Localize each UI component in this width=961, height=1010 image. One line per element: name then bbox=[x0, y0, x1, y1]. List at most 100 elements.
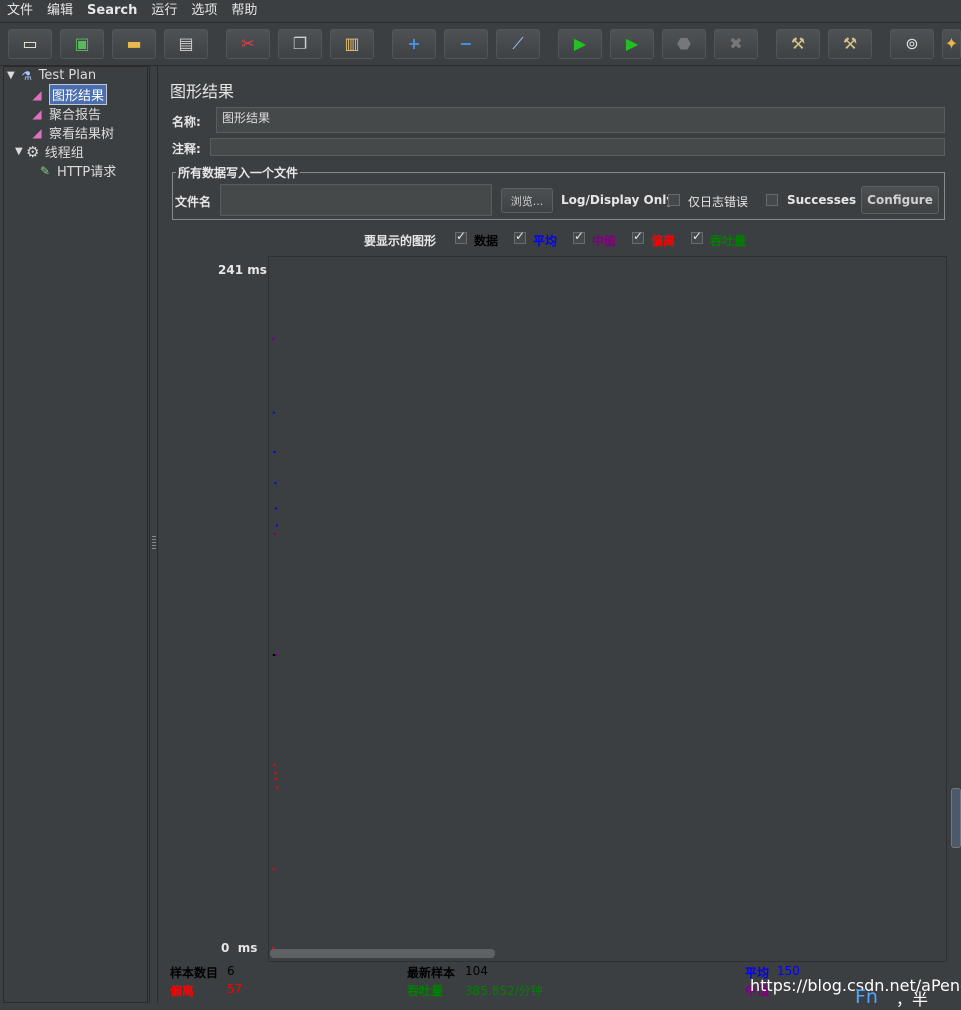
comment-label: 注释: bbox=[172, 142, 201, 156]
tree-item-label: 察看结果树 bbox=[49, 127, 115, 142]
median-checkbox[interactable] bbox=[573, 229, 585, 244]
series-3-point bbox=[274, 772, 277, 775]
graph-icon: ◢ bbox=[32, 106, 42, 121]
expand-button[interactable]: + bbox=[392, 29, 436, 59]
series-2-point bbox=[276, 654, 278, 656]
samples-label: 样本数目 bbox=[170, 966, 219, 980]
series-1-point bbox=[273, 451, 276, 454]
series-1-point bbox=[272, 411, 275, 414]
menu-options[interactable]: 选项 bbox=[184, 1, 224, 21]
y-axis-unit: ms bbox=[247, 263, 267, 277]
latest-sample-value: 104 bbox=[465, 964, 488, 978]
save-button[interactable]: ▤ bbox=[164, 29, 208, 59]
y-axis-min-value: 0 bbox=[221, 941, 230, 955]
average-checkbox[interactable] bbox=[514, 229, 526, 244]
graph-horizontal-scrollbar[interactable] bbox=[270, 949, 495, 958]
file-output-group-title: 所有数据写入一个文件 bbox=[176, 164, 301, 181]
data-checkbox[interactable] bbox=[455, 229, 467, 244]
paste-button[interactable]: ▥ bbox=[330, 29, 374, 59]
tree-item-thread-group[interactable]: ▼ ⚙ 线程组 bbox=[15, 142, 84, 162]
menu-run[interactable]: 运行 bbox=[144, 1, 184, 21]
latest-sample-label: 最新样本 bbox=[407, 966, 456, 980]
side-handle[interactable] bbox=[951, 788, 961, 848]
filename-input[interactable] bbox=[220, 184, 492, 216]
flask-icon: ⚗ bbox=[21, 68, 33, 83]
throughput-legend-label: 吞吐量 bbox=[710, 234, 747, 248]
menu-help[interactable]: 帮助 bbox=[224, 1, 264, 21]
successes-checkbox[interactable] bbox=[766, 194, 778, 206]
tree-item-aggregate-report[interactable]: ◢ 聚合报告 bbox=[29, 104, 102, 124]
series-1-point bbox=[275, 507, 278, 510]
comment-field[interactable] bbox=[210, 138, 945, 156]
cut-icon: ✂ bbox=[241, 34, 255, 53]
clear-all-button[interactable]: ⚒ bbox=[828, 29, 872, 59]
new-button[interactable]: ▭ bbox=[8, 29, 52, 59]
gear-icon: ⚙ bbox=[25, 142, 40, 161]
ime-width-indicator[interactable]: ，半 bbox=[896, 986, 928, 1010]
y-axis-min: 0 ms bbox=[221, 941, 257, 955]
tree-item-graph-results[interactable]: ◢ 图形结果 bbox=[29, 84, 108, 105]
menu-search[interactable]: Search bbox=[80, 1, 144, 21]
series-1-point bbox=[276, 524, 278, 527]
successes-label: Successes bbox=[787, 193, 857, 207]
tree-item-http-request[interactable]: ✎ HTTP请求 bbox=[37, 161, 116, 181]
templates-button[interactable]: ▣ bbox=[60, 29, 104, 59]
collapse-button[interactable]: − bbox=[444, 29, 488, 59]
copy-icon: ❐ bbox=[292, 34, 308, 53]
tree-item-test-plan[interactable]: ▼ ⚗ Test Plan bbox=[7, 66, 96, 85]
y-axis-max-value: 241 bbox=[218, 263, 244, 277]
open-button[interactable]: ▬ bbox=[112, 29, 156, 59]
menu-bar: 文件 编辑 Search 运行 选项 帮助 bbox=[0, 0, 961, 22]
tree-item-view-results-tree[interactable]: ◢ 察看结果树 bbox=[29, 123, 115, 143]
data-legend-label: 数据 bbox=[474, 234, 499, 248]
median-legend-label: 中值 bbox=[592, 234, 617, 248]
shutdown-icon: ✖ bbox=[729, 34, 743, 53]
stop-icon: ⬣ bbox=[677, 34, 691, 53]
cut-button[interactable]: ✂ bbox=[226, 29, 270, 59]
function-helper-icon: ✦ bbox=[944, 34, 959, 53]
browse-button[interactable]: 浏览... bbox=[501, 188, 553, 213]
series-1-point bbox=[274, 482, 277, 485]
throughput-value: 385.852/分钟 bbox=[465, 984, 543, 998]
series-3-point bbox=[276, 786, 278, 789]
stop-button[interactable]: ⬣ bbox=[662, 29, 706, 59]
graph-icon: ◢ bbox=[32, 125, 42, 140]
clear-icon: ⚒ bbox=[790, 34, 806, 53]
new-icon: ▭ bbox=[22, 34, 38, 53]
name-field[interactable]: 图形结果 bbox=[216, 107, 945, 133]
tree-item-label: 聚合报告 bbox=[49, 108, 102, 123]
collapse-arrow-icon[interactable]: ▼ bbox=[15, 146, 23, 157]
collapse-arrow-icon[interactable]: ▼ bbox=[7, 70, 15, 81]
errors-only-checkbox[interactable] bbox=[668, 194, 680, 206]
menu-edit[interactable]: 编辑 bbox=[40, 1, 80, 21]
function-helper-button[interactable]: ✦ bbox=[942, 29, 961, 59]
test-plan-tree bbox=[3, 66, 148, 1003]
open-icon: ▬ bbox=[126, 34, 142, 53]
y-axis-max: 241 ms bbox=[218, 263, 267, 277]
expand-icon: + bbox=[407, 34, 421, 53]
series-3-point bbox=[275, 778, 278, 780]
start-no-pause-button[interactable]: ▶ bbox=[610, 29, 654, 59]
shutdown-button[interactable]: ✖ bbox=[714, 29, 758, 59]
toolbar: ▭ ▣ ▬ ▤ ✂ ❐ ▥ + − ⟋ ▶ ▶ ⬣ ✖ ⚒ ⚒ ⊚ ✦ bbox=[0, 22, 961, 66]
graph-plot bbox=[272, 338, 278, 949]
deviation-checkbox[interactable] bbox=[632, 229, 644, 244]
tree-item-label: Test Plan bbox=[38, 68, 97, 83]
series-3-point bbox=[273, 763, 276, 766]
configure-button[interactable]: Configure bbox=[861, 186, 939, 214]
toggle-button[interactable]: ⟋ bbox=[496, 29, 540, 59]
name-label: 名称: bbox=[172, 115, 201, 129]
clear-button[interactable]: ⚒ bbox=[776, 29, 820, 59]
throughput-checkbox[interactable] bbox=[691, 229, 703, 244]
menu-file[interactable]: 文件 bbox=[0, 1, 40, 21]
graphs-to-display-label: 要显示的图形 bbox=[364, 234, 437, 248]
panel-splitter[interactable] bbox=[149, 66, 158, 1003]
filename-label: 文件名 bbox=[175, 195, 212, 209]
splitter-grip[interactable] bbox=[152, 536, 156, 550]
templates-icon: ▣ bbox=[74, 34, 90, 53]
tree-item-label: 线程组 bbox=[44, 146, 84, 161]
copy-button[interactable]: ❐ bbox=[278, 29, 322, 59]
deviation-value: 57 bbox=[227, 982, 243, 996]
start-button[interactable]: ▶ bbox=[558, 29, 602, 59]
search-button[interactable]: ⊚ bbox=[890, 29, 934, 59]
